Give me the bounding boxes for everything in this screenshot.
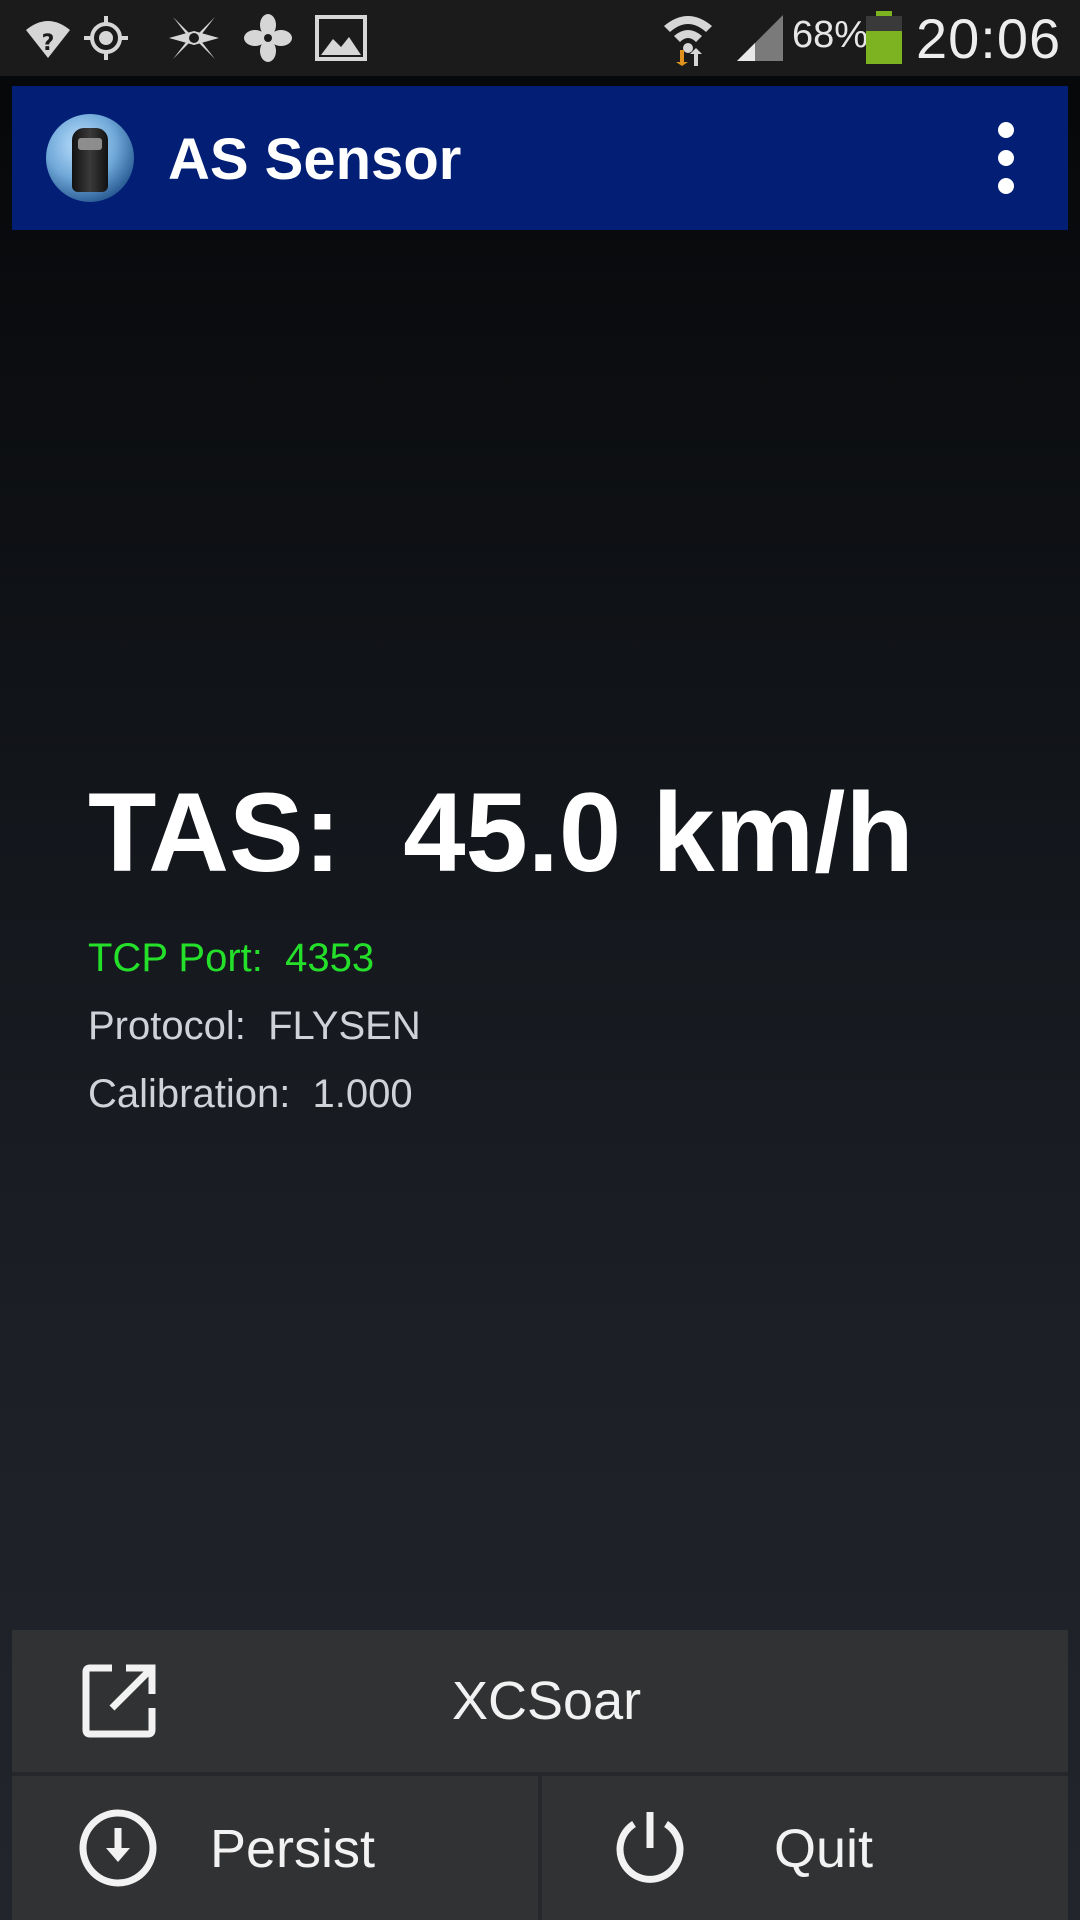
app-shuriken-icon — [166, 10, 222, 66]
screen: ? 68% 20:06 AS Sensor TAS: 45.0 km/h TCP… — [0, 0, 1080, 1920]
gps-icon — [80, 10, 132, 66]
protocol-text: Protocol: FLYSEN — [88, 1004, 421, 1048]
clock: 20:06 — [916, 7, 1062, 70]
overflow-menu-icon[interactable] — [986, 122, 1026, 194]
app-bar: AS Sensor — [12, 86, 1068, 230]
xcsoar-label: XCSoar — [452, 1671, 642, 1731]
tcp-port-text: TCP Port: 4353 — [88, 936, 375, 980]
app-logo-icon — [46, 114, 134, 202]
menu-dot — [998, 178, 1014, 194]
persist-label: Persist — [210, 1819, 376, 1879]
open-external-icon — [82, 1664, 156, 1743]
quit-button[interactable]: Quit — [542, 1776, 1068, 1920]
quit-label: Quit — [774, 1819, 874, 1879]
calibration-text: Calibration: 1.000 — [88, 1072, 413, 1116]
wifi-signal-icon — [660, 10, 716, 66]
svg-text:?: ? — [42, 31, 55, 56]
app-title: AS Sensor — [168, 127, 462, 192]
wifi-question-icon: ? — [22, 10, 74, 66]
xcsoar-button[interactable]: XCSoar — [12, 1630, 1068, 1772]
power-icon — [610, 1808, 690, 1893]
image-icon — [314, 10, 368, 66]
battery-percent: 68% — [792, 14, 869, 56]
persist-button[interactable]: Persist — [12, 1776, 538, 1920]
cell-signal-icon — [734, 10, 786, 66]
status-bar: ? 68% 20:06 — [0, 0, 1080, 76]
fan-icon — [242, 10, 294, 66]
download-circle-icon — [78, 1808, 158, 1893]
menu-dot — [998, 150, 1014, 166]
tas-readout: TAS: 45.0 km/h — [88, 770, 914, 895]
menu-dot — [998, 122, 1014, 138]
battery-icon — [864, 10, 904, 66]
